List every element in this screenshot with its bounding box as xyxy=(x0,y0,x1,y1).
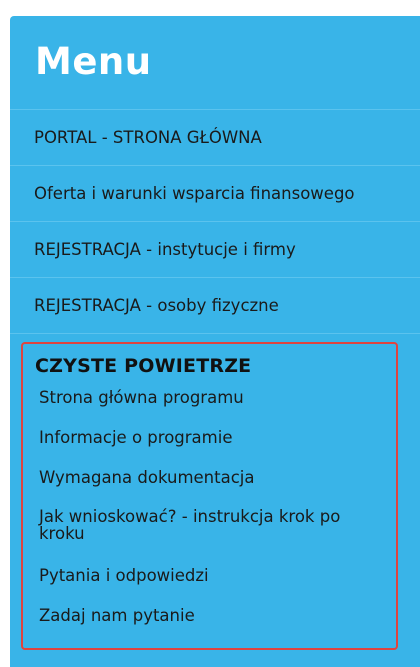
program-submenu: CZYSTE POWIETRZE Strona główna programu … xyxy=(21,342,398,650)
menu-panel: Menu PORTAL - STRONA GŁÓWNA Oferta i war… xyxy=(10,16,420,667)
program-title: CZYSTE POWIETRZE xyxy=(35,355,252,377)
submenu-item-program-info[interactable]: Informacje o programie xyxy=(39,429,389,446)
menu-item-offer[interactable]: Oferta i warunki wsparcia finansowego xyxy=(10,166,420,222)
submenu-item-ask-question[interactable]: Zadaj nam pytanie xyxy=(39,607,389,624)
menu-title: Menu xyxy=(35,40,152,83)
submenu-item-program-home[interactable]: Strona główna programu xyxy=(39,389,389,406)
submenu-item-how-to-apply[interactable]: Jak wnioskować? - instrukcja krok po kro… xyxy=(39,508,389,542)
menu-item-registration-institutions[interactable]: REJESTRACJA - instytucje i firmy xyxy=(10,222,420,278)
menu-list: PORTAL - STRONA GŁÓWNA Oferta i warunki … xyxy=(10,109,420,334)
menu-item-portal[interactable]: PORTAL - STRONA GŁÓWNA xyxy=(10,110,420,166)
submenu-item-required-documents[interactable]: Wymagana dokumentacja xyxy=(39,469,389,486)
menu-item-registration-individuals[interactable]: REJESTRACJA - osoby fizyczne xyxy=(10,278,420,334)
submenu-item-faq[interactable]: Pytania i odpowiedzi xyxy=(39,567,389,584)
